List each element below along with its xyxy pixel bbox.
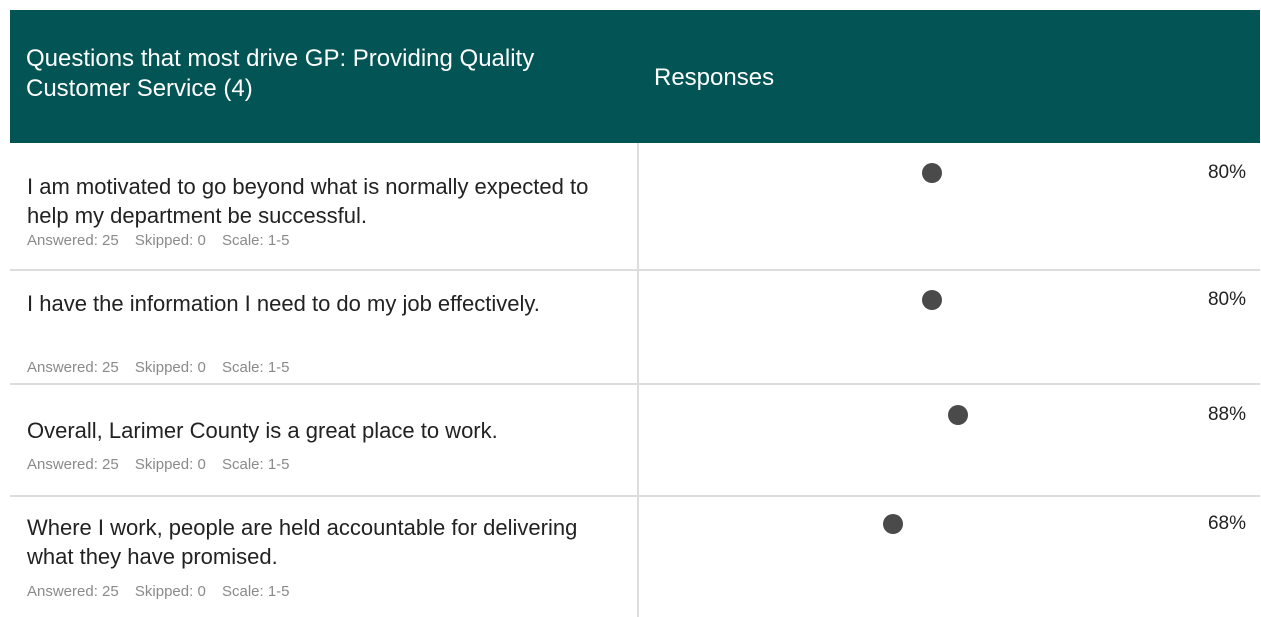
table-row: I am motivated to go beyond what is norm… <box>10 143 1260 271</box>
question-text: I am motivated to go beyond what is norm… <box>27 174 589 228</box>
response-percent: 80% <box>1207 162 1246 183</box>
scale-range: Scale: 1-5 <box>221 583 290 600</box>
column-divider <box>637 271 639 383</box>
question-meta: Answered: 25 Skipped: 0 Scale: 1-5 <box>27 583 302 601</box>
response-percent: 88% <box>1207 404 1246 425</box>
column-divider <box>637 497 639 617</box>
answered-count: Answered: 25 <box>27 359 119 376</box>
answered-count: Answered: 25 <box>27 583 119 600</box>
response-percent: 68% <box>1207 513 1246 534</box>
skipped-count: Skipped: 0 <box>134 232 206 249</box>
scale-range: Scale: 1-5 <box>221 359 290 376</box>
question-meta: Answered: 25 Skipped: 0 Scale: 1-5 <box>27 359 302 377</box>
scale-range: Scale: 1-5 <box>221 456 290 473</box>
question-meta: Answered: 25 Skipped: 0 Scale: 1-5 <box>27 232 302 250</box>
column-divider <box>637 385 639 495</box>
skipped-count: Skipped: 0 <box>134 583 206 600</box>
scale-range: Scale: 1-5 <box>221 232 290 249</box>
results-table: Questions that most drive GP: Providing … <box>10 10 1260 617</box>
question-meta: Answered: 25 Skipped: 0 Scale: 1-5 <box>27 456 302 474</box>
skipped-count: Skipped: 0 <box>134 359 206 376</box>
response-dot <box>948 405 968 425</box>
response-dot <box>883 514 903 534</box>
response-percent: 80% <box>1207 289 1246 310</box>
question-text: I have the information I need to do my j… <box>27 291 540 316</box>
table-row: Where I work, people are held accountabl… <box>10 497 1260 617</box>
table-row: I have the information I need to do my j… <box>10 271 1260 385</box>
skipped-count: Skipped: 0 <box>134 456 206 473</box>
answered-count: Answered: 25 <box>27 232 119 249</box>
column-divider <box>637 143 639 269</box>
question-text: Where I work, people are held accountabl… <box>27 515 578 569</box>
table-row: Overall, Larimer County is a great place… <box>10 385 1260 497</box>
answered-count: Answered: 25 <box>27 456 119 473</box>
response-dot <box>922 163 942 183</box>
question-text: Overall, Larimer County is a great place… <box>27 418 498 443</box>
table-header: Questions that most drive GP: Providing … <box>10 10 1260 143</box>
response-dot <box>922 290 942 310</box>
question-column-header: Questions that most drive GP: Providing … <box>26 45 535 102</box>
responses-column-header: Responses <box>654 64 775 91</box>
